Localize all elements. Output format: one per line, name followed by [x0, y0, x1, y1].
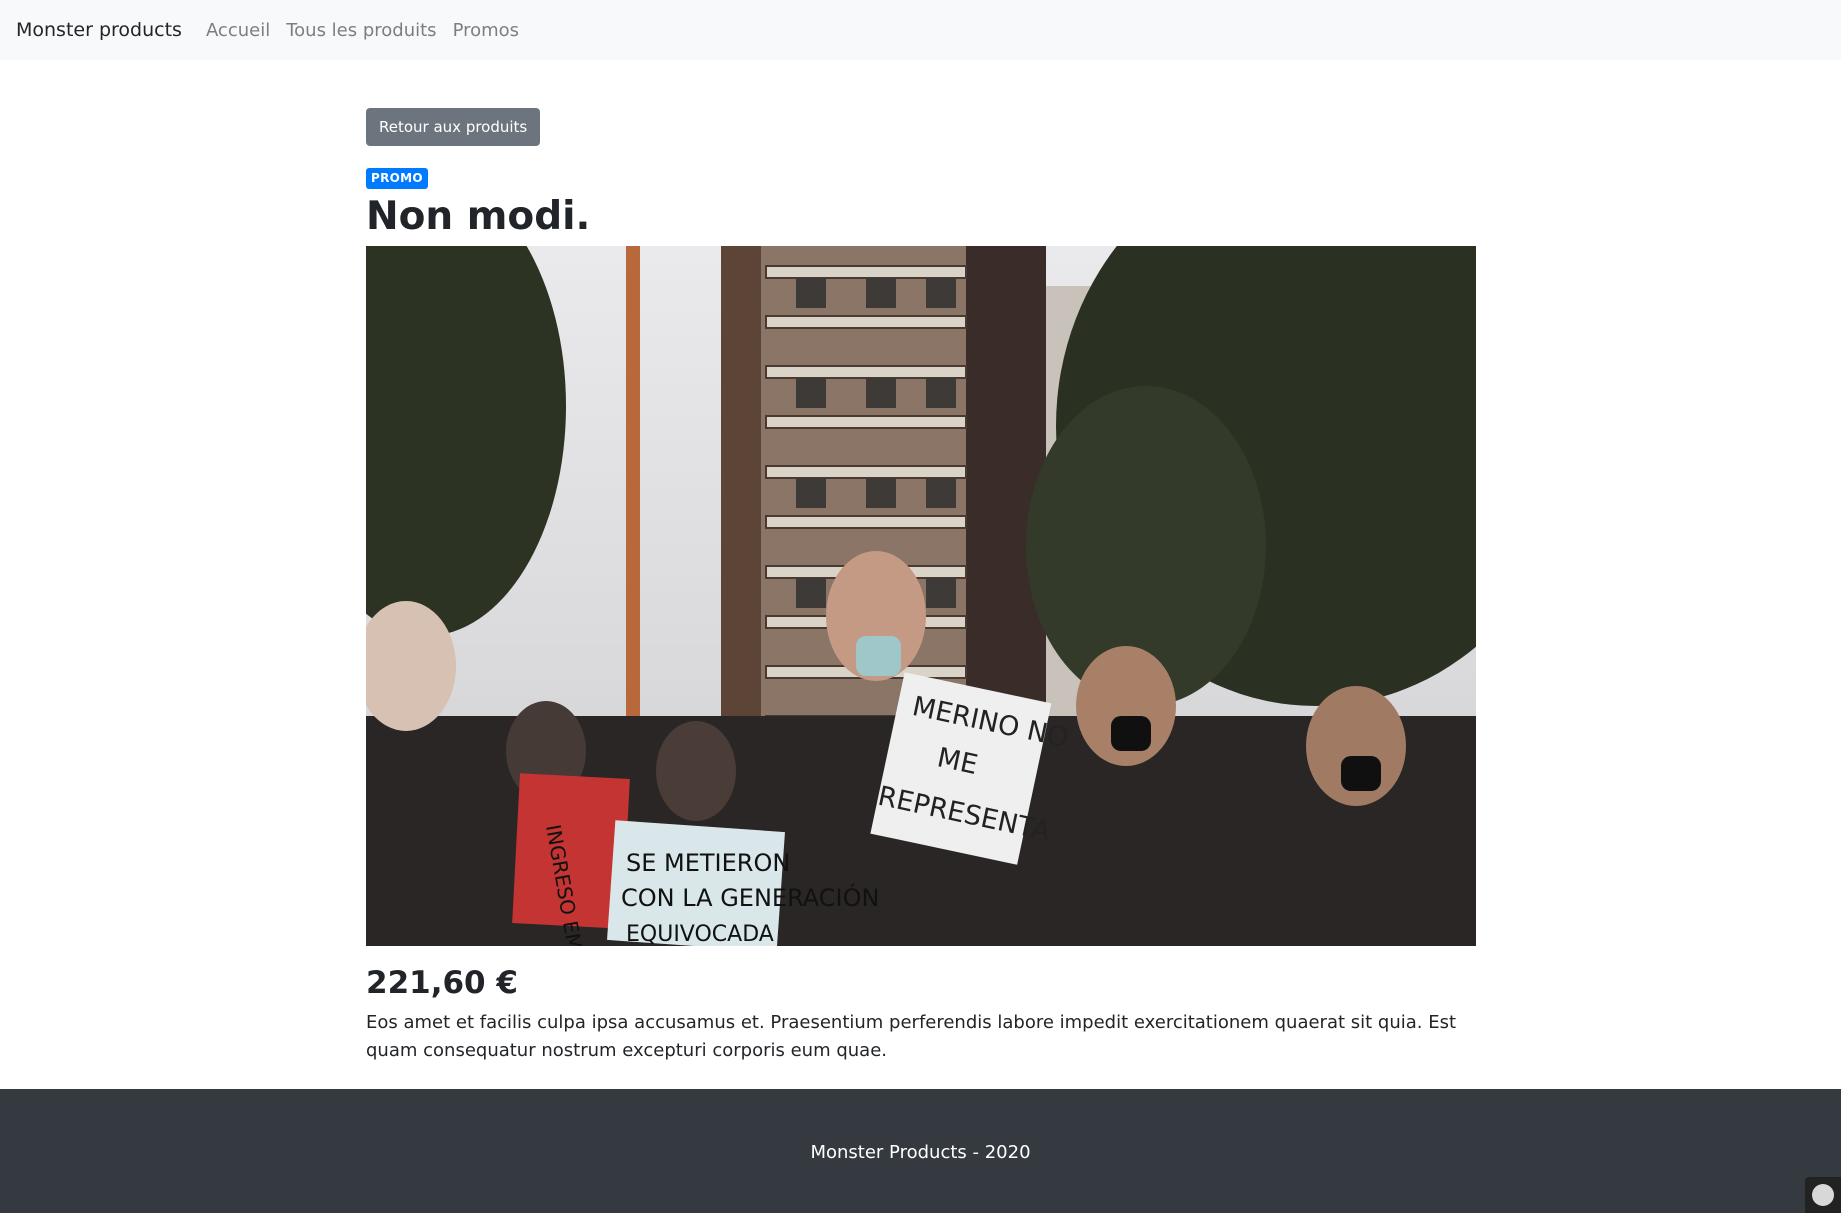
svg-text:SE METIERON: SE METIERON — [626, 849, 790, 877]
footer-text: Monster Products - 2020 — [810, 1142, 1031, 1163]
svg-text:EQUIVOCADA: EQUIVOCADA — [626, 922, 774, 946]
back-to-products-button[interactable]: Retour aux produits — [366, 108, 541, 146]
product-image: INGRESO EMPRESA SE METIERON CON LA GENER… — [366, 246, 1476, 946]
footer: Monster Products - 2020 — [0, 1089, 1841, 1213]
navbar: Monster products Accueil Tous les produi… — [0, 0, 1841, 60]
brand-link[interactable]: Monster products — [16, 19, 182, 41]
product-description: Eos amet et facilis culpa ipsa accusamus… — [366, 1012, 1457, 1061]
product-price: 221,60 € — [366, 965, 518, 1001]
symfony-icon-circle — [1812, 1184, 1834, 1206]
product-photo: INGRESO EMPRESA SE METIERON CON LA GENER… — [366, 246, 1476, 946]
nav-link-promos[interactable]: Promos — [453, 20, 519, 41]
nav-link-accueil[interactable]: Accueil — [206, 20, 270, 41]
nav-link-tous-les-produits[interactable]: Tous les produits — [286, 20, 436, 41]
promo-badge: PROMO — [366, 168, 428, 189]
product-title: Non modi. — [366, 194, 591, 239]
svg-text:CON LA GENERACIÓN: CON LA GENERACIÓN — [621, 882, 879, 912]
symfony-icon[interactable] — [1805, 1177, 1841, 1213]
